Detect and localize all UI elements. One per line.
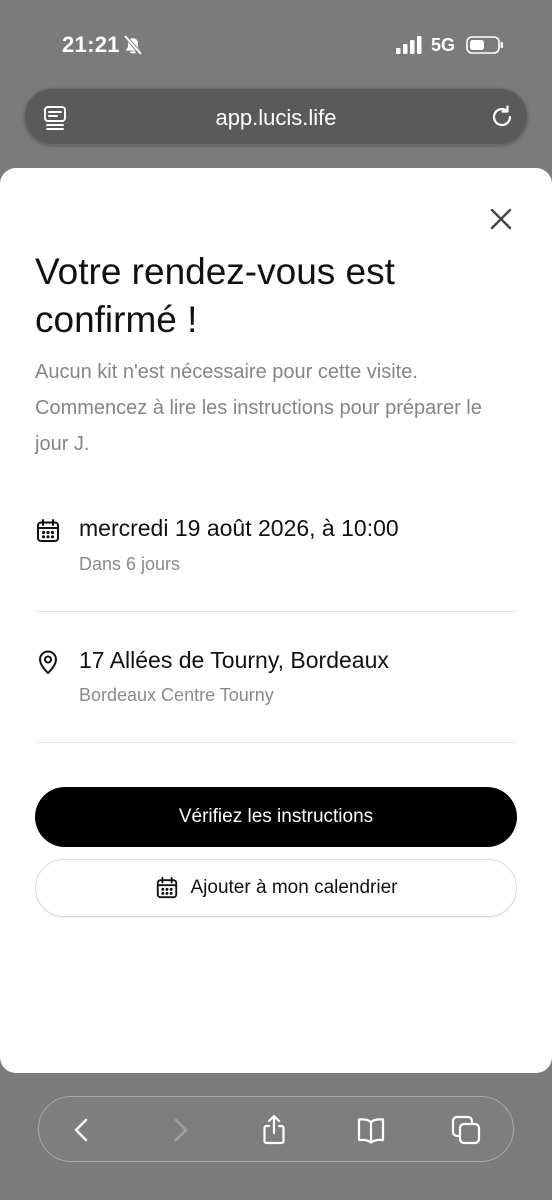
tabs-icon[interactable]: [449, 1113, 483, 1147]
address-bar[interactable]: app.lucis.life: [24, 88, 528, 145]
calendar-icon: [37, 519, 59, 542]
page-subtitle: Aucun kit n'est nécessaire pour cette vi…: [35, 361, 482, 455]
status-time: 21:21: [62, 32, 120, 57]
battery-icon: [466, 36, 503, 54]
signal-icon: [396, 36, 422, 54]
appointment-date: mercredi 19 août 2026, à 10:00: [79, 515, 399, 541]
add-to-calendar-label: Ajouter à mon calendrier: [190, 877, 398, 898]
back-icon[interactable]: [65, 1113, 99, 1147]
forward-icon[interactable]: [163, 1113, 197, 1147]
status-bar: 21:21 5G: [0, 0, 552, 86]
bell-slash-icon: [123, 34, 143, 56]
browser-toolbar: [38, 1096, 514, 1162]
location-address: 17 Allées de Tourny, Bordeaux: [79, 647, 389, 673]
location-center: Bordeaux Centre Tourny: [79, 685, 274, 705]
divider: [35, 742, 517, 743]
page-title: Votre rendez-vous est confirmé !: [35, 251, 395, 340]
url-text[interactable]: app.lucis.life: [25, 105, 527, 131]
reload-icon[interactable]: [489, 104, 515, 130]
location-pin-icon: [39, 650, 57, 674]
close-icon[interactable]: [488, 206, 514, 232]
bookmarks-icon[interactable]: [354, 1113, 388, 1147]
add-to-calendar-button[interactable]: Ajouter à mon calendrier: [35, 859, 517, 917]
check-instructions-label: Vérifiez les instructions: [178, 806, 374, 827]
share-icon[interactable]: [257, 1113, 291, 1147]
check-instructions-button[interactable]: Vérifiez les instructions: [35, 787, 517, 847]
calendar-icon: [156, 876, 177, 899]
network-type: 5G: [431, 35, 456, 55]
divider: [35, 611, 517, 612]
appointment-countdown: Dans 6 jours: [79, 554, 181, 574]
